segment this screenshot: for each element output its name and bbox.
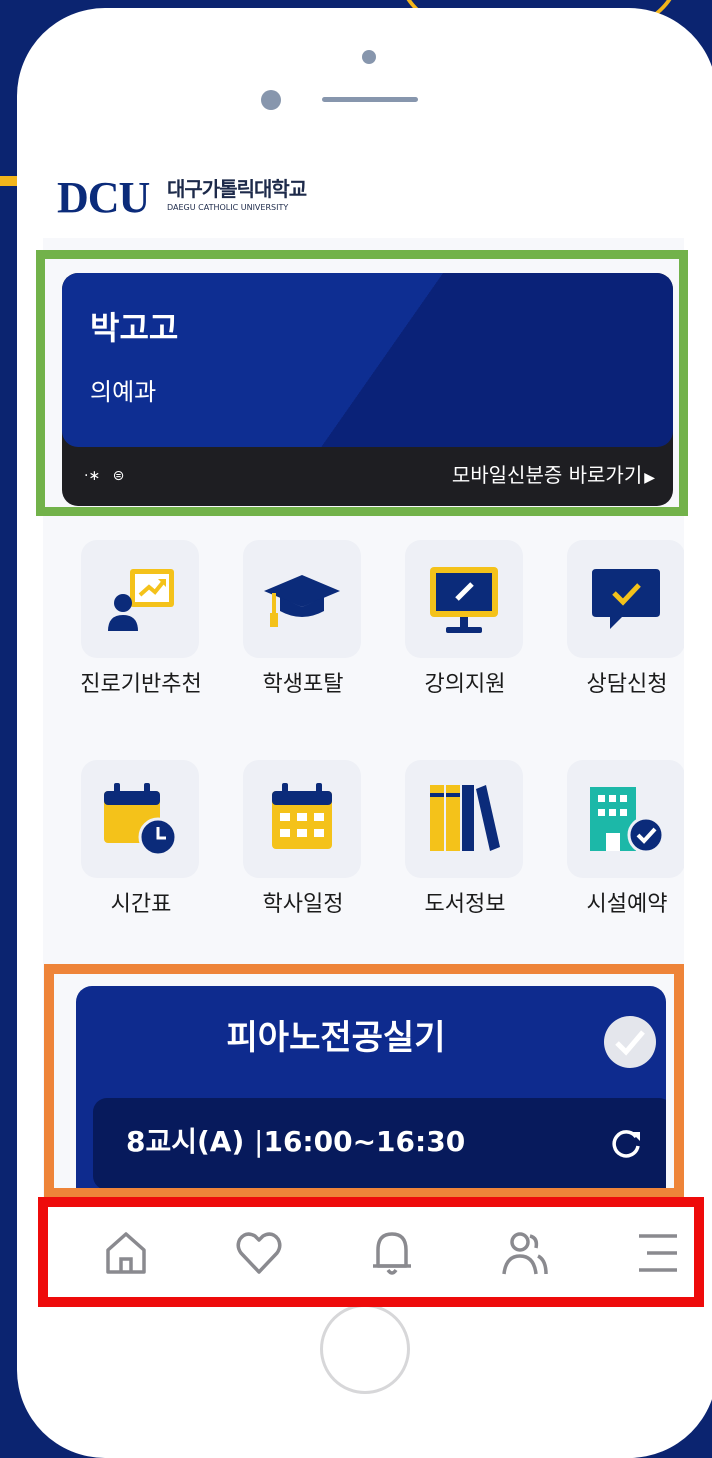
calendar-clock-icon xyxy=(104,783,178,857)
building-check-icon xyxy=(590,787,665,854)
menu-label: 학생포탈 xyxy=(262,672,344,697)
chat-check-icon xyxy=(592,569,660,629)
highlight-bottom-nav xyxy=(38,1197,704,1307)
speaker-grille xyxy=(322,97,418,102)
menu-tile xyxy=(81,760,199,878)
menu-tile xyxy=(243,760,361,878)
sensor-dot xyxy=(362,50,376,64)
books-icon xyxy=(430,785,500,851)
home-hardware-button[interactable] xyxy=(320,1304,410,1394)
menu-tile xyxy=(405,760,523,878)
menu-tile xyxy=(81,540,199,658)
menu-label: 학사일정 xyxy=(262,892,344,917)
menu-tile xyxy=(567,760,684,878)
menu-tile xyxy=(243,540,361,658)
calendar-grid-icon xyxy=(272,783,332,849)
menu-label: 도서정보 xyxy=(424,892,506,917)
menu-label: 상담신청 xyxy=(586,672,668,697)
menu-label: 진로기반추천 xyxy=(80,672,202,697)
logo-english: DAEGU CATHOLIC UNIVERSITY xyxy=(167,203,289,212)
menu-label: 강의지원 xyxy=(424,672,506,697)
menu-tile xyxy=(567,540,684,658)
highlight-id-card xyxy=(36,250,688,516)
monitor-pencil-icon xyxy=(430,567,498,633)
logo-mark: DCU xyxy=(57,173,150,222)
camera-dot xyxy=(261,90,281,110)
highlight-lesson-card xyxy=(44,964,684,1198)
career-presentation-icon xyxy=(108,569,174,631)
logo-korean: 대구가톨릭대학교 xyxy=(167,177,307,201)
graduation-cap-icon xyxy=(264,575,340,627)
menu-label: 시간표 xyxy=(110,892,172,917)
menu-tile xyxy=(405,540,523,658)
app-header: DCU 대구가톨릭대학교 DAEGU CATHOLIC UNIVERSITY xyxy=(43,156,684,238)
menu-label: 시설예약 xyxy=(586,892,668,917)
